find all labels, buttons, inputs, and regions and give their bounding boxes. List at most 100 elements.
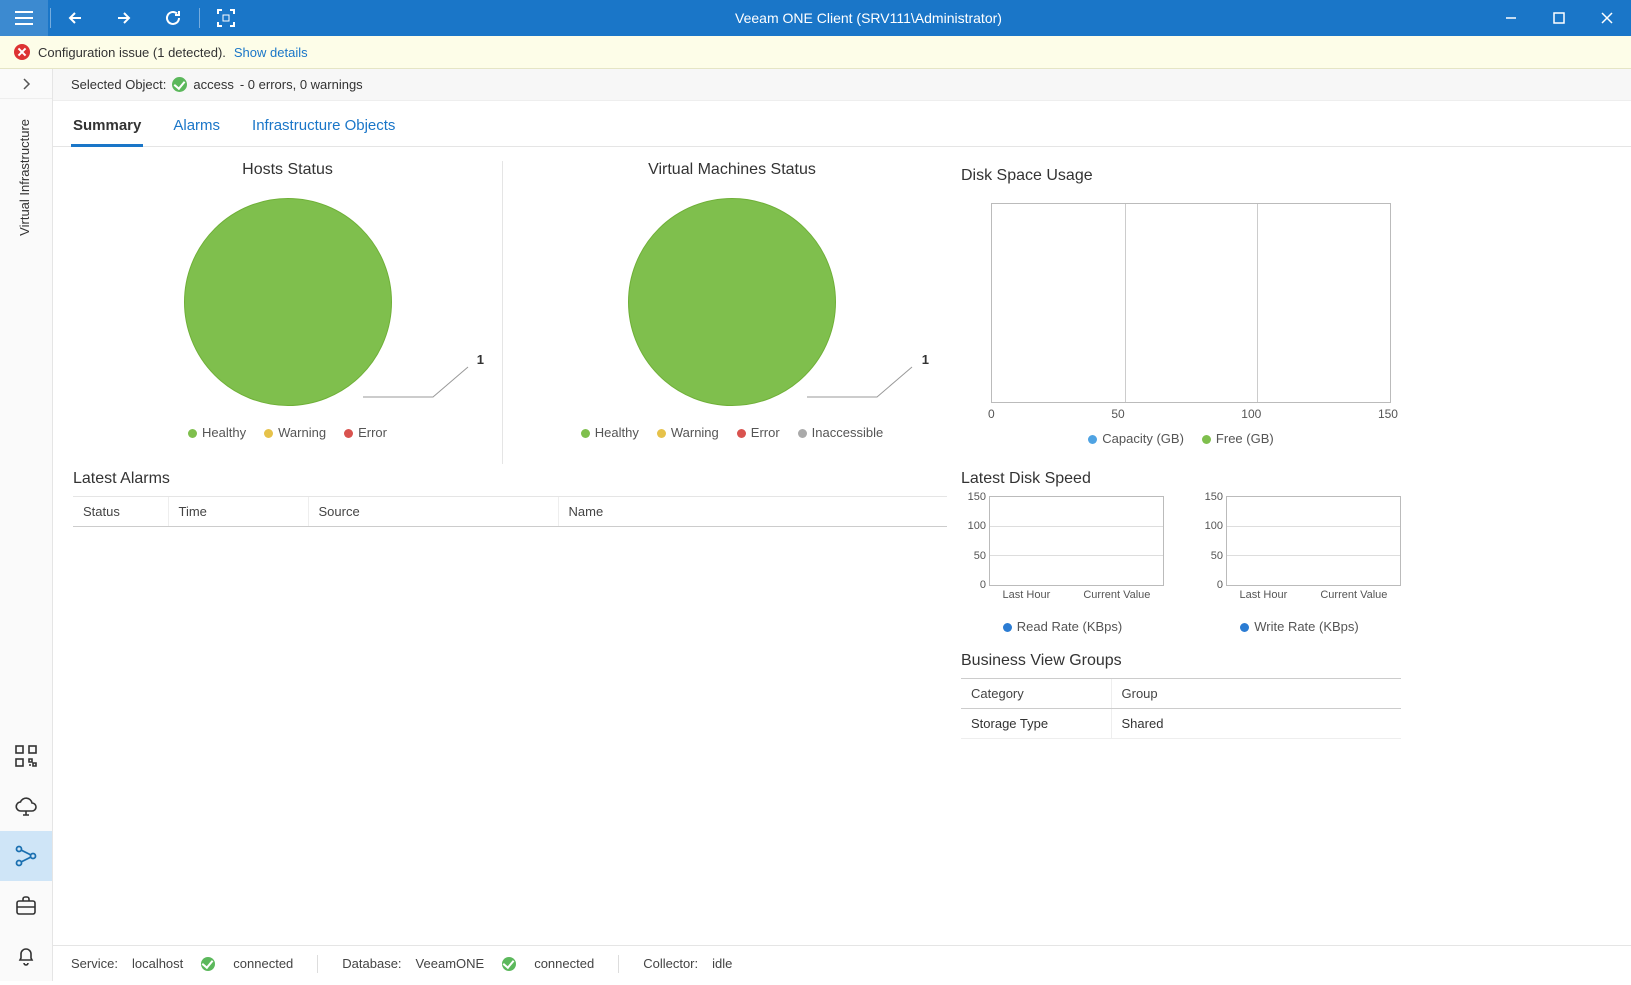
latest-alarms-title: Latest Alarms — [73, 470, 947, 488]
alarms-table: Status Time Source Name — [73, 496, 947, 527]
axis-tick: 50 — [1111, 407, 1124, 421]
dot-free-icon — [1202, 435, 1211, 444]
disk-usage-title: Disk Space Usage — [961, 167, 1401, 185]
legend-label: Error — [358, 425, 387, 440]
disk-usage-card: Disk Space Usage 0 50 100 150 — [961, 161, 1401, 464]
legend-label: Capacity (GB) — [1102, 431, 1184, 446]
expand-rail-button[interactable] — [0, 69, 52, 99]
rail-btn-nodes[interactable] — [0, 831, 52, 881]
disk-speed-title: Latest Disk Speed — [961, 470, 1401, 488]
hosts-legend: Healthy Warning Error — [73, 425, 502, 440]
table-row[interactable]: Storage Type Shared — [961, 709, 1401, 739]
legend-label: Error — [751, 425, 780, 440]
rail-btn-briefcase[interactable] — [0, 881, 52, 931]
rail-section-label: Virtual Infrastructure — [17, 119, 32, 236]
statusbar: Service: localhost connected Database: V… — [53, 945, 1631, 981]
vm-legend: Healthy Warning Error Inaccessible — [517, 425, 947, 440]
service-label: Service: — [71, 956, 118, 971]
show-details-link[interactable]: Show details — [234, 45, 308, 60]
config-issue-banner: Configuration issue (1 detected). Show d… — [0, 36, 1631, 69]
col-status[interactable]: Status — [73, 497, 168, 527]
ok-icon — [172, 77, 187, 92]
separator — [317, 955, 318, 973]
config-issue-text: Configuration issue (1 detected). — [38, 45, 226, 60]
selected-object-status: - 0 errors, 0 warnings — [240, 77, 363, 92]
axis-tick: 150 — [1199, 491, 1223, 503]
axis-tick: Current Value — [1083, 589, 1150, 601]
dot-capacity-icon — [1088, 435, 1097, 444]
dot-healthy-icon — [581, 429, 590, 438]
focus-button[interactable] — [202, 0, 250, 36]
ok-icon — [201, 957, 215, 971]
db-state: connected — [534, 956, 594, 971]
cell-group: Shared — [1111, 709, 1401, 739]
vm-status-card: Virtual Machines Status 1 Healthy Warnin… — [517, 161, 947, 464]
hosts-status-title: Hosts Status — [73, 161, 502, 179]
col-source[interactable]: Source — [308, 497, 558, 527]
tabs: Summary Alarms Infrastructure Objects — [53, 101, 1631, 147]
dot-error-icon — [737, 429, 746, 438]
back-button[interactable] — [53, 0, 101, 36]
axis-tick: Last Hour — [1003, 589, 1051, 601]
dot-inaccessible-icon — [798, 429, 807, 438]
ok-icon — [502, 957, 516, 971]
error-icon — [14, 44, 30, 60]
db-label: Database: — [342, 956, 401, 971]
axis-tick: 100 — [1241, 407, 1261, 421]
axis-tick: 0 — [988, 407, 995, 421]
axis-tick: 50 — [962, 550, 986, 562]
vm-status-title: Virtual Machines Status — [517, 161, 947, 179]
right-lower-column: Latest Disk Speed 150 100 50 0 — [961, 464, 1401, 739]
axis-tick: 0 — [962, 579, 986, 591]
forward-button[interactable] — [101, 0, 149, 36]
legend-label: Warning — [278, 425, 326, 440]
rail-btn-cloud[interactable] — [0, 781, 52, 831]
main-content: Hosts Status 1 Healthy Warning Error — [53, 147, 1631, 945]
hosts-status-pie — [184, 198, 392, 406]
disk-usage-plot — [991, 203, 1391, 403]
close-button[interactable] — [1583, 0, 1631, 36]
dot-error-icon — [344, 429, 353, 438]
axis-tick: 50 — [1199, 550, 1223, 562]
axis-tick: 0 — [1199, 579, 1223, 591]
col-time[interactable]: Time — [168, 497, 308, 527]
refresh-button[interactable] — [149, 0, 197, 36]
menu-button[interactable] — [0, 0, 48, 36]
selected-object-bar: Selected Object: access - 0 errors, 0 wa… — [53, 69, 1631, 101]
tab-summary[interactable]: Summary — [71, 113, 143, 147]
rail-btn-qr[interactable] — [0, 731, 52, 781]
axis-tick: 100 — [1199, 520, 1223, 532]
col-name[interactable]: Name — [558, 497, 947, 527]
legend-label: Healthy — [595, 425, 639, 440]
collector-state: idle — [712, 956, 732, 971]
cell-category: Storage Type — [961, 709, 1111, 739]
selected-object-name: access — [193, 77, 233, 92]
separator — [50, 8, 51, 28]
maximize-button[interactable] — [1535, 0, 1583, 36]
latest-alarms-card: Latest Alarms Status Time Source Name — [73, 464, 947, 739]
tab-alarms[interactable]: Alarms — [171, 113, 222, 147]
separator — [618, 955, 619, 973]
read-rate-chart: 150 100 50 0 Last Hour Current Va — [961, 496, 1164, 634]
tab-infra-objects[interactable]: Infrastructure Objects — [250, 113, 397, 147]
rail-btn-bell[interactable] — [0, 931, 52, 981]
write-rate-chart: 150 100 50 0 Last Hour Current Va — [1198, 496, 1401, 634]
bvg-table: Category Group Storage Type Shared — [961, 678, 1401, 739]
col-category[interactable]: Category — [961, 679, 1111, 709]
separator — [199, 8, 200, 28]
legend-label: Inaccessible — [812, 425, 884, 440]
collector-label: Collector: — [643, 956, 698, 971]
hosts-total: 1 — [477, 352, 484, 367]
axis-tick: 150 — [962, 491, 986, 503]
vm-status-pie — [628, 198, 836, 406]
window-title: Veeam ONE Client (SRV111\Administrator) — [250, 10, 1487, 26]
left-rail: Virtual Infrastructure — [0, 69, 53, 981]
titlebar: Veeam ONE Client (SRV111\Administrator) — [0, 0, 1631, 36]
minimize-button[interactable] — [1487, 0, 1535, 36]
legend-label: Write Rate (KBps) — [1254, 619, 1359, 634]
dot-write-icon — [1240, 623, 1249, 632]
legend-label: Read Rate (KBps) — [1017, 619, 1123, 634]
service-host: localhost — [132, 956, 183, 971]
col-group[interactable]: Group — [1111, 679, 1401, 709]
axis-tick: Current Value — [1320, 589, 1387, 601]
